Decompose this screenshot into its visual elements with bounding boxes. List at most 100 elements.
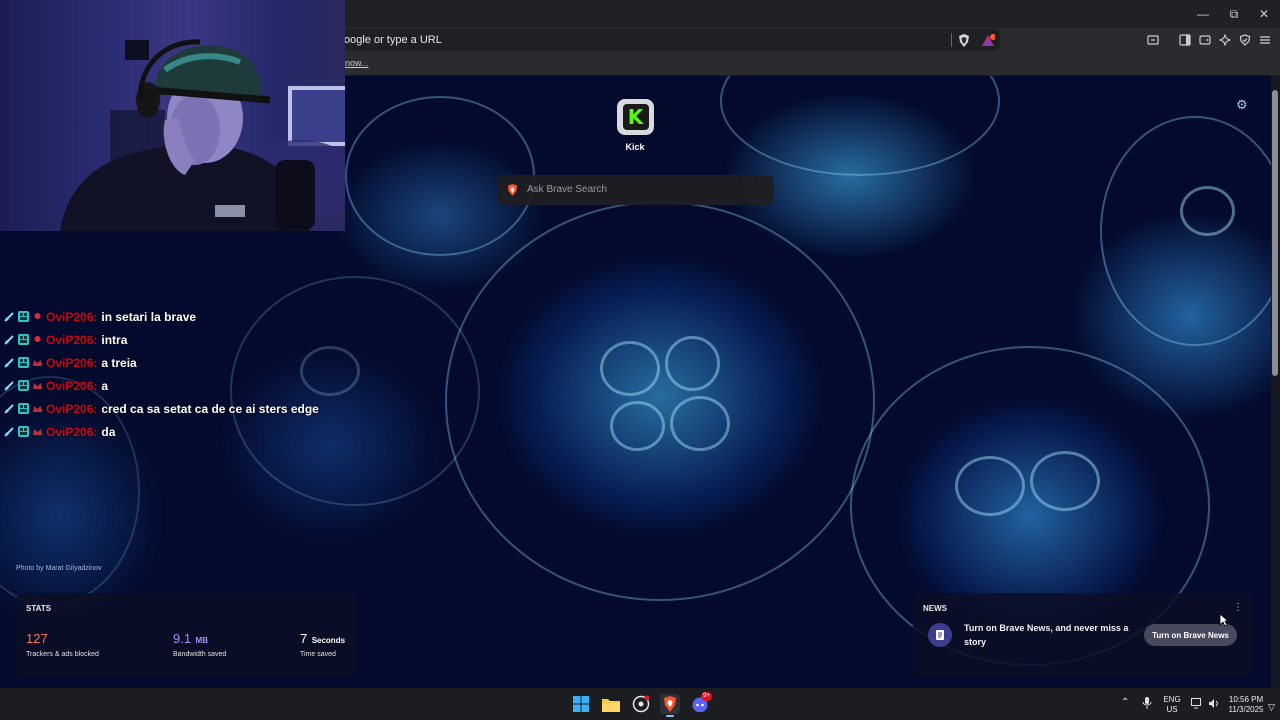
stats-widget: STATS 127 Trackers & ads blocked 9.1 MB … <box>16 593 357 677</box>
chat-username[interactable]: OviP206 <box>46 402 93 416</box>
chat-message: OviP206: a treia <box>4 351 344 374</box>
stream-chat-overlay: OviP206: in setari la brave OviP206: int… <box>4 305 344 443</box>
subscriber-badge-icon <box>18 334 29 345</box>
language-code: ENG <box>1163 695 1181 704</box>
address-placeholder[interactable]: oogle or type a URL <box>344 34 442 46</box>
news-title: NEWS <box>923 604 947 613</box>
subscriber-badge-icon <box>18 380 29 391</box>
windows-start-icon[interactable] <box>571 694 591 714</box>
customize-gear-icon[interactable]: ⚙ <box>1236 97 1248 113</box>
clock-date: 11/3/2025 <box>1228 705 1264 714</box>
sword-badge-icon <box>4 381 14 391</box>
jellyfish-ring <box>1180 186 1235 236</box>
bandwidth-label: Bandwidth saved <box>173 651 227 658</box>
kick-logo-icon: K <box>622 104 649 130</box>
stat-trackers: 127 Trackers & ads blocked <box>26 630 99 658</box>
chat-colon: : <box>93 424 98 439</box>
stat-bandwidth: 9.1 MB Bandwidth saved <box>173 630 226 658</box>
heart-badge-icon <box>34 336 41 342</box>
jellyfish-ring <box>600 341 660 396</box>
sword-badge-icon <box>4 335 14 345</box>
chat-username[interactable]: OviP206 <box>46 379 93 393</box>
menu-icon[interactable] <box>1256 31 1274 49</box>
webcam-overlay <box>0 0 345 231</box>
news-widget: NEWS ⋮ Turn on Brave News, and never mis… <box>913 593 1253 677</box>
chat-username[interactable]: OviP206 <box>46 310 93 324</box>
bookmarks-import-link[interactable]: now... <box>345 58 369 68</box>
streamer-webcam-image <box>60 39 345 231</box>
chat-text: da <box>101 424 116 439</box>
network-icon[interactable] <box>1191 698 1203 712</box>
turn-on-news-button[interactable]: Turn on Brave News <box>1144 624 1237 646</box>
subscriber-badge-icon <box>18 311 29 322</box>
search-placeholder[interactable]: Ask Brave Search <box>527 184 607 195</box>
notifications-bell-icon[interactable]: ▽ <box>1268 702 1275 712</box>
crown-badge-icon <box>33 383 42 389</box>
chat-colon: : <box>93 332 98 347</box>
wallet-icon[interactable] <box>1196 31 1214 49</box>
chat-text: a treia <box>101 355 137 370</box>
brave-search-box[interactable]: Ask Brave Search <box>497 175 774 205</box>
brave-browser-taskbar-icon[interactable] <box>660 694 680 714</box>
jellyfish-center <box>445 201 875 601</box>
restore-icon[interactable]: ⧉ <box>1217 0 1251 28</box>
scrollbar-thumb[interactable] <box>1272 90 1278 376</box>
brave-lion-icon <box>508 184 517 196</box>
sword-badge-icon <box>4 358 14 368</box>
sword-badge-icon <box>4 427 14 437</box>
heart-badge-icon <box>34 313 41 319</box>
photo-credit[interactable]: Photo by Marat Gilyadzinov <box>16 565 102 572</box>
chat-message: OviP206: a <box>4 374 344 397</box>
chat-message: OviP206: in setari la brave <box>4 305 344 328</box>
chat-message: OviP206: cred ca sa setat ca de ce ai st… <box>4 397 344 420</box>
clock-time: 10:56 PM <box>1228 695 1264 704</box>
chat-username[interactable]: OviP206 <box>46 333 93 347</box>
minimize-icon[interactable]: — <box>1186 0 1220 28</box>
system-clock[interactable]: 10:56 PM 11/3/2025 <box>1226 695 1266 715</box>
chat-colon: : <box>93 355 98 370</box>
chat-message: OviP206: intra <box>4 328 344 351</box>
chat-text: a <box>101 378 109 393</box>
jellyfish-ring <box>670 396 730 451</box>
brave-rewards-icon[interactable] <box>979 31 997 49</box>
jellyfish-ring <box>665 336 720 391</box>
microphone-icon[interactable] <box>1142 697 1152 712</box>
file-explorer-icon[interactable] <box>601 694 621 714</box>
chat-colon: : <box>93 401 98 416</box>
tab-search-icon[interactable] <box>1144 31 1162 49</box>
chat-message: OviP206: da <box>4 420 344 443</box>
region-code: US <box>1166 705 1178 714</box>
subscriber-badge-icon <box>18 357 29 368</box>
mouse-cursor-icon <box>1219 613 1229 627</box>
chat-text: in setari la brave <box>101 309 197 324</box>
trackers-label: Trackers & ads blocked <box>26 651 99 658</box>
obs-app-icon[interactable] <box>631 694 651 714</box>
jellyfish-ring <box>1030 451 1100 511</box>
time-label: Time saved <box>300 651 336 658</box>
address-divider <box>951 33 952 47</box>
input-language[interactable]: ENG US <box>1161 695 1183 715</box>
news-message: Turn on Brave News, and never miss a sto… <box>964 623 1129 647</box>
top-site-kick[interactable]: K <box>617 99 654 135</box>
volume-icon[interactable] <box>1208 698 1220 712</box>
close-icon[interactable]: ✕ <box>1247 0 1280 28</box>
time-unit: Seconds <box>311 636 346 645</box>
stats-title: STATS <box>26 604 52 613</box>
active-app-indicator <box>666 715 674 717</box>
crown-badge-icon <box>33 406 42 412</box>
sidebar-icon[interactable] <box>1176 31 1194 49</box>
leo-ai-icon[interactable] <box>1216 31 1234 49</box>
brave-shields-icon[interactable] <box>955 31 973 49</box>
chat-text: intra <box>101 332 128 347</box>
sword-badge-icon <box>4 312 14 322</box>
chat-username[interactable]: OviP206 <box>46 356 93 370</box>
time-value: 7 <box>300 631 308 646</box>
show-hidden-icons-chevron-icon[interactable]: ⌃ <box>1121 698 1129 708</box>
trackers-value: 127 <box>26 631 48 646</box>
news-more-options-icon[interactable]: ⋮ <box>1233 602 1243 613</box>
news-document-icon <box>928 623 952 647</box>
vpn-icon[interactable] <box>1236 31 1254 49</box>
top-site-label[interactable]: Kick <box>615 142 655 152</box>
subscriber-badge-icon <box>18 426 29 437</box>
chat-username[interactable]: OviP206 <box>46 425 93 439</box>
